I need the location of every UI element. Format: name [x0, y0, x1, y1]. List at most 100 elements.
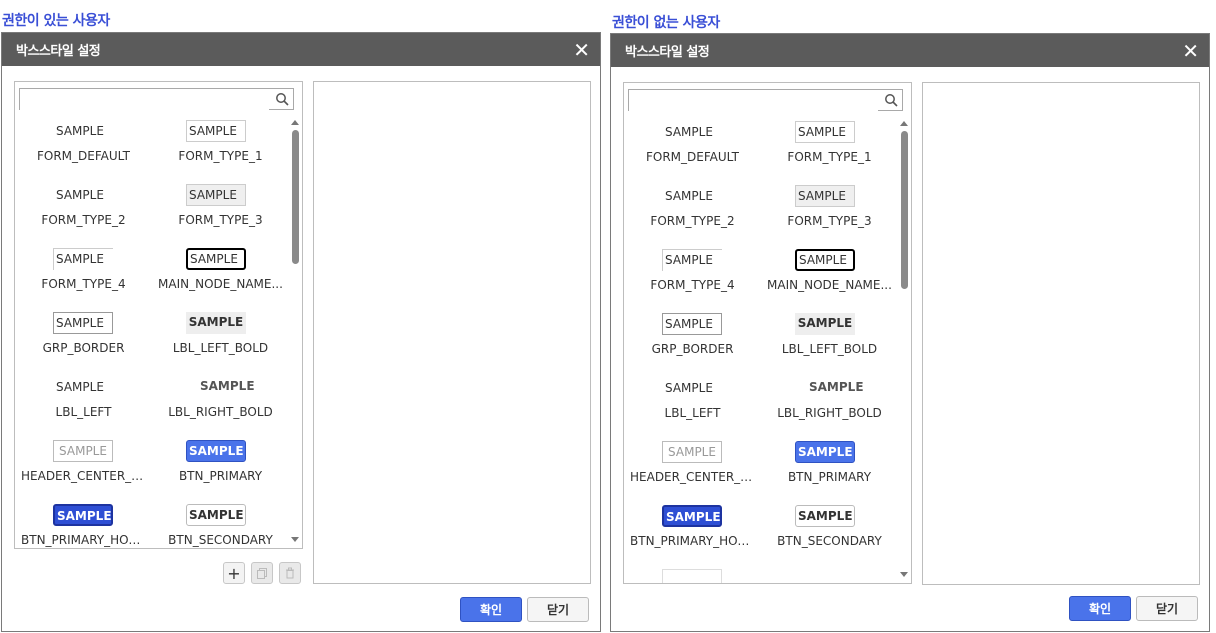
sample-preview: SAMPLE: [662, 441, 722, 463]
style-name: LBL_LEFT_BOLD: [172, 341, 269, 355]
sample-preview: SAMPLE: [795, 185, 855, 207]
style-item-form-type-2[interactable]: SAMPLE FORM_TYPE_2: [15, 180, 152, 240]
style-item-main-node-name[interactable]: SAMPLE MAIN_NODE_NAME...: [761, 245, 897, 305]
sample-preview: SAMPLE: [53, 312, 113, 334]
sample-preview: SAMPLE: [186, 312, 246, 334]
style-name: LBL_RIGHT_BOLD: [777, 406, 882, 420]
search-icon[interactable]: [275, 92, 289, 106]
close-button[interactable]: 닫기: [527, 597, 589, 622]
close-button[interactable]: 닫기: [1136, 596, 1198, 621]
style-item-grp-border[interactable]: SAMPLE GRP_BORDER: [624, 309, 761, 369]
style-item-btn-primary[interactable]: SAMPLE BTN_PRIMARY: [761, 437, 897, 497]
style-name: GRP_BORDER: [42, 341, 125, 355]
style-item-form-default[interactable]: SAMPLE FORM_DEFAULT: [15, 116, 152, 176]
sample-preview: SAMPLE: [795, 313, 855, 335]
scroll-up-icon[interactable]: [291, 120, 299, 125]
style-item-form-default[interactable]: SAMPLE FORM_DEFAULT: [624, 117, 761, 177]
style-name: LBL_LEFT_BOLD: [781, 342, 878, 356]
sample-preview: [662, 569, 722, 583]
style-name: LBL_LEFT: [664, 406, 721, 420]
style-name: HEADER_CENTER_B...: [630, 470, 760, 484]
style-item-main-node-name[interactable]: SAMPLE MAIN_NODE_NAME...: [152, 244, 288, 304]
search-icon[interactable]: [884, 93, 898, 107]
ok-button[interactable]: 확인: [1069, 596, 1131, 621]
sample-preview: SAMPLE: [809, 380, 864, 394]
style-name: FORM_DEFAULT: [36, 149, 131, 163]
style-item-header-center[interactable]: SAMPLE HEADER_CENTER_B...: [15, 436, 152, 496]
delete-style-button[interactable]: [279, 562, 301, 584]
style-name: BTN_PRIMARY: [787, 470, 872, 484]
sample-preview: SAMPLE: [665, 125, 713, 139]
search-input[interactable]: [629, 91, 878, 111]
close-icon[interactable]: ✕: [573, 40, 590, 60]
style-item-btn-primary-hover[interactable]: SAMPLE BTN_PRIMARY_HOVER: [624, 501, 761, 561]
style-name: BTN_SECONDARY: [168, 533, 273, 547]
style-item-lbl-left[interactable]: SAMPLE LBL_LEFT: [624, 373, 761, 433]
style-name: GRP_BORDER: [651, 342, 734, 356]
list-scrollbar[interactable]: [899, 119, 909, 579]
sample-preview: SAMPLE: [186, 440, 246, 462]
style-name: FORM_TYPE_4: [650, 278, 735, 292]
style-item-form-type-3[interactable]: SAMPLE FORM_TYPE_3: [761, 181, 897, 241]
sample-preview: SAMPLE: [186, 248, 246, 270]
style-item-lbl-right-bold[interactable]: SAMPLE LBL_RIGHT_BOLD: [152, 372, 288, 432]
caption-without-permission: 권한이 없는 사용자: [612, 15, 720, 31]
dialog-header: 박스스타일 설정 ✕: [2, 33, 600, 66]
sample-preview: SAMPLE: [665, 381, 713, 395]
style-name: FORM_DEFAULT: [645, 150, 740, 164]
scroll-thumb[interactable]: [901, 131, 908, 289]
style-item-btn-secondary[interactable]: SAMPLE BTN_SECONDARY: [761, 501, 897, 561]
style-name: BTN_PRIMARY: [178, 469, 263, 483]
sample-preview: SAMPLE: [53, 248, 113, 270]
style-item-form-type-1[interactable]: SAMPLE FORM_TYPE_1: [152, 116, 288, 176]
sample-preview: SAMPLE: [53, 440, 113, 462]
style-item-grp-border[interactable]: SAMPLE GRP_BORDER: [15, 308, 152, 368]
style-item-partial[interactable]: [624, 565, 761, 583]
dialog-title: 박스스타일 설정: [16, 44, 101, 59]
sample-preview: SAMPLE: [186, 184, 246, 206]
style-item-lbl-left-bold[interactable]: SAMPLE LBL_LEFT_BOLD: [761, 309, 897, 369]
sample-preview: SAMPLE: [662, 505, 722, 527]
copy-style-button[interactable]: [251, 562, 273, 584]
style-name: FORM_TYPE_3: [178, 213, 263, 227]
style-item-form-type-3[interactable]: SAMPLE FORM_TYPE_3: [152, 180, 288, 240]
box-style-dialog-1: 박스스타일 설정 ✕ SAMPLE FORM_DEFAULT SAMPLE FO…: [1, 32, 601, 632]
close-icon[interactable]: ✕: [1182, 41, 1199, 61]
ok-button[interactable]: 확인: [460, 597, 522, 622]
sample-preview: SAMPLE: [200, 379, 255, 393]
dialog-title: 박스스타일 설정: [625, 45, 710, 60]
style-name: BTN_PRIMARY_HOVER: [21, 533, 152, 547]
style-item-lbl-right-bold[interactable]: SAMPLE LBL_RIGHT_BOLD: [761, 373, 897, 433]
style-name: FORM_TYPE_1: [787, 150, 872, 164]
style-item-form-type-2[interactable]: SAMPLE FORM_TYPE_2: [624, 181, 761, 241]
sample-preview: SAMPLE: [56, 124, 104, 138]
style-item-btn-primary-hover[interactable]: SAMPLE BTN_PRIMARY_HOVER: [15, 500, 152, 548]
scroll-up-icon[interactable]: [900, 121, 908, 126]
sample-preview: SAMPLE: [662, 249, 722, 271]
style-item-lbl-left[interactable]: SAMPLE LBL_LEFT: [15, 372, 152, 432]
search-input[interactable]: [20, 90, 269, 110]
style-item-btn-primary[interactable]: SAMPLE BTN_PRIMARY: [152, 436, 288, 496]
search-field[interactable]: [19, 88, 294, 110]
style-item-header-center[interactable]: SAMPLE HEADER_CENTER_B...: [624, 437, 761, 497]
copy-icon: [257, 568, 267, 579]
style-list: SAMPLE FORM_DEFAULT SAMPLE FORM_TYPE_1 S…: [624, 117, 897, 583]
style-item-form-type-4[interactable]: SAMPLE FORM_TYPE_4: [624, 245, 761, 305]
style-name: BTN_PRIMARY_HOVER: [630, 534, 761, 548]
style-item-form-type-4[interactable]: SAMPLE FORM_TYPE_4: [15, 244, 152, 304]
style-item-form-type-1[interactable]: SAMPLE FORM_TYPE_1: [761, 117, 897, 177]
style-item-lbl-left-bold[interactable]: SAMPLE LBL_LEFT_BOLD: [152, 308, 288, 368]
scroll-thumb[interactable]: [292, 130, 299, 264]
style-item-btn-secondary[interactable]: SAMPLE BTN_SECONDARY: [152, 500, 288, 548]
sample-preview: SAMPLE: [186, 504, 246, 526]
style-name: MAIN_NODE_NAME...: [158, 277, 283, 291]
plus-icon: +: [227, 563, 241, 583]
add-style-button[interactable]: +: [223, 562, 245, 584]
style-preview-panel: [313, 81, 591, 584]
sample-preview: SAMPLE: [56, 188, 104, 202]
scroll-down-icon[interactable]: [900, 572, 908, 577]
scroll-down-icon[interactable]: [291, 537, 299, 542]
style-name: LBL_RIGHT_BOLD: [168, 405, 273, 419]
list-scrollbar[interactable]: [290, 118, 300, 544]
search-field[interactable]: [628, 89, 903, 111]
